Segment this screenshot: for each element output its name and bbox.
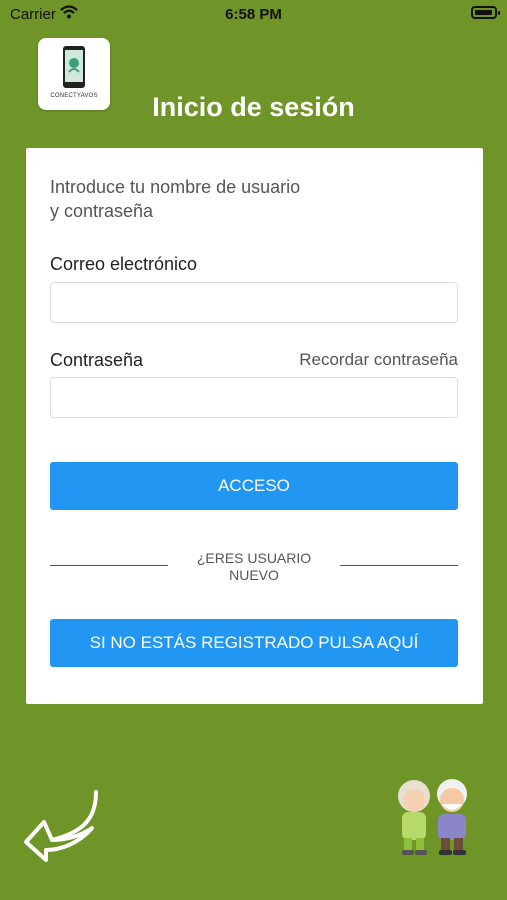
- password-label: Contraseña: [50, 350, 144, 370]
- login-button[interactable]: ACCESO: [50, 462, 458, 510]
- intro-line-2: y contraseña: [50, 201, 154, 221]
- back-arrow-icon[interactable]: [22, 788, 102, 866]
- battery-icon: [471, 6, 500, 19]
- phone-logo-icon: [63, 46, 85, 88]
- elderly-couple-icon: [398, 779, 467, 855]
- page-title-text: Inicio de sesión: [152, 92, 355, 122]
- divider-right: [340, 565, 458, 566]
- new-user-line-1: ¿ERES USUARIO: [196, 550, 312, 566]
- status-time: 6:58 PM: [225, 6, 282, 23]
- new-user-line-2: NUEVO: [229, 567, 279, 583]
- email-label: Correo electrónico: [50, 254, 198, 274]
- page-title: Inicio de sesión: [0, 92, 507, 123]
- email-field[interactable]: [50, 282, 458, 323]
- register-button[interactable]: SI NO ESTÁS REGISTRADO PULSA AQUÍ: [50, 619, 458, 667]
- login-card: Introduce tu nombre de usuario y contras…: [26, 148, 483, 704]
- remember-password-link[interactable]: Recordar contraseña: [299, 350, 458, 370]
- password-field[interactable]: [50, 377, 458, 418]
- intro-line-1: Introduce tu nombre de usuario: [50, 177, 301, 197]
- intro-text: Introduce tu nombre de usuario y contras…: [50, 175, 370, 223]
- new-user-text: ¿ERES USUARIO NUEVO: [190, 550, 318, 584]
- status-bar: Carrier 6:58 PM: [0, 0, 507, 28]
- divider-left: [50, 565, 168, 566]
